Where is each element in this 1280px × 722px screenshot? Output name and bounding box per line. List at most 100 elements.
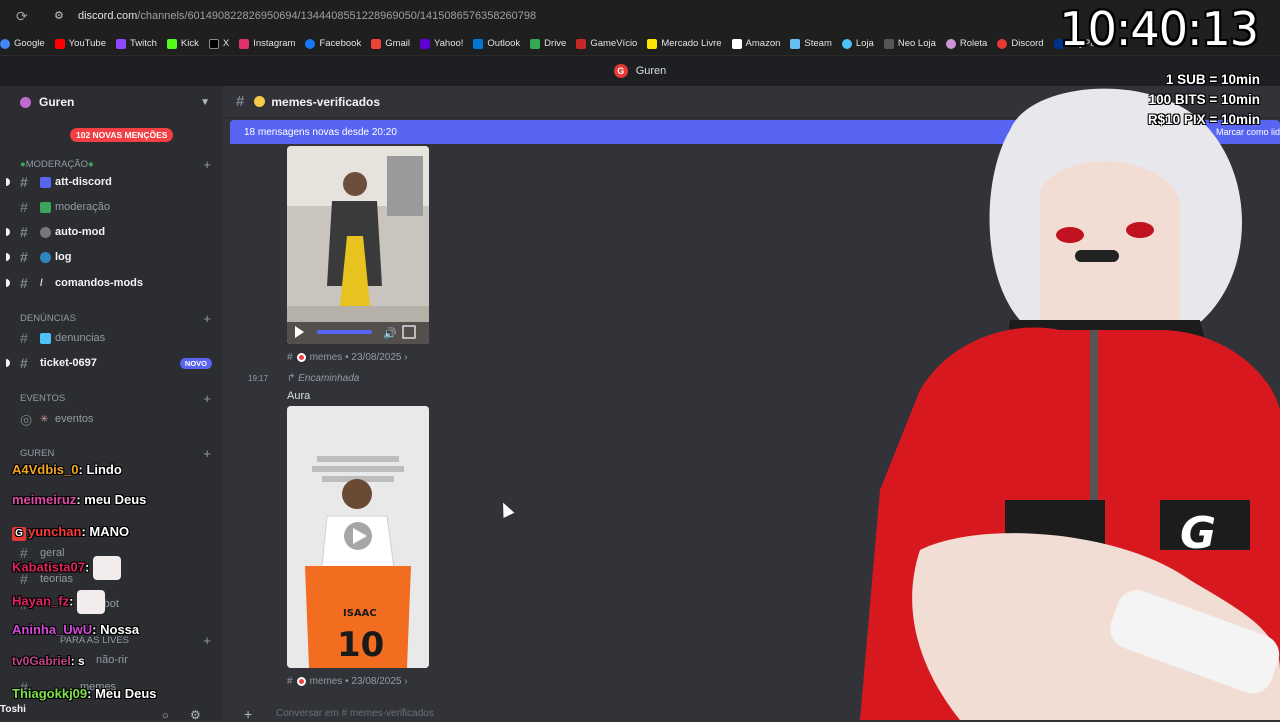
channel-auto-mod[interactable]: # auto-mod: [0, 221, 222, 243]
url-host: discord.com: [78, 10, 138, 22]
bookmark-discord[interactable]: Discord: [997, 38, 1044, 49]
bookmark-gamevicio[interactable]: GameVício: [576, 38, 637, 49]
category-moderacao[interactable]: ● MODERAÇÃO ● +: [20, 156, 215, 172]
bookmark-neoloja[interactable]: Neo Loja: [883, 38, 936, 49]
bookmark-gmail[interactable]: Gmail: [371, 38, 410, 49]
channel-comandos-mods[interactable]: # / comandos-mods: [0, 272, 222, 294]
message-meta[interactable]: # memes • 23/08/2025 ›: [287, 676, 408, 687]
bookmark-label: YouTube: [68, 38, 106, 49]
url-field[interactable]: discord.com/channels/601490822826950694/…: [78, 10, 536, 22]
current-user-name[interactable]: Toshi: [0, 704, 26, 715]
unread-indicator: [6, 178, 10, 186]
search-icon[interactable]: ○: [162, 710, 169, 722]
unread-indicator: [6, 279, 10, 287]
hash-icon: #: [20, 174, 28, 190]
category-denuncias[interactable]: DENÚNCIAS +: [20, 310, 215, 326]
bookmark-roleta[interactable]: Roleta: [945, 38, 988, 49]
video-attachment[interactable]: 🔊: [287, 146, 429, 344]
channel-denuncias[interactable]: # denuncias: [0, 327, 222, 349]
yahoo-icon: [420, 38, 431, 49]
x-icon: [208, 38, 219, 49]
steam-icon: [790, 38, 801, 49]
cat-emote-icon: [77, 590, 106, 614]
chat-message: Gyunchan: MANO: [12, 524, 129, 541]
chat-text: Nossa: [100, 622, 140, 637]
video-attachment[interactable]: ISAAC 10: [287, 406, 429, 668]
category-guren[interactable]: GUREN +: [20, 445, 215, 461]
add-channel-icon[interactable]: +: [203, 157, 211, 172]
svg-text:ISAAC: ISAAC: [343, 608, 377, 619]
bookmark-youtube[interactable]: YouTube: [54, 38, 106, 49]
bookmark-steam[interactable]: Steam: [790, 38, 832, 49]
hash-icon: #: [20, 275, 28, 291]
channel-log[interactable]: # log: [0, 246, 222, 268]
chat-message: Aninha_UwU: Nossa: [12, 622, 140, 637]
mentions-pill[interactable]: 102 NOVAS MENÇÕES: [70, 128, 174, 142]
add-channel-icon[interactable]: +: [203, 633, 211, 648]
bookmark-label: Facebook: [319, 38, 362, 49]
server-icon: [20, 96, 31, 108]
add-channel-icon[interactable]: +: [203, 311, 211, 326]
chat-user: yunchan: [28, 524, 82, 539]
hash-icon: #: [20, 330, 28, 346]
bookmark-instagram[interactable]: Instagram: [239, 38, 295, 49]
bookmark-label: Instagram: [253, 38, 296, 49]
bookmark-mercadolivre[interactable]: Mercado Livre: [647, 38, 722, 49]
neoloja-icon: [883, 38, 894, 49]
bookmark-label: Drive: [544, 38, 567, 49]
message-meta[interactable]: # memes • 23/08/2025 ›: [287, 352, 408, 363]
meta-date: 23/08/2025: [351, 676, 402, 687]
chat-message: A4Vdbis_0: Lindo: [12, 462, 122, 477]
discord-icon: [997, 38, 1008, 49]
channel-title: memes-verificados: [271, 94, 381, 109]
category-label: GUREN: [20, 447, 55, 459]
bookmark-facebook[interactable]: Facebook: [305, 38, 361, 49]
hash-icon: #: [20, 355, 28, 371]
bookmark-x[interactable]: X: [208, 38, 229, 49]
twitch-icon: [115, 38, 126, 49]
message-text: Aura: [287, 390, 311, 402]
channel-moderacao[interactable]: # moderação: [0, 196, 222, 218]
bookmark-amazon[interactable]: Amazon: [731, 38, 780, 49]
chat-user: tv0Gabriel: [12, 654, 71, 668]
chat-user: meimeiruz: [12, 492, 77, 507]
bookmark-outlook[interactable]: Outlook: [473, 38, 520, 49]
bookmark-label: Roleta: [959, 38, 988, 49]
chat-message: Hayan_fz:: [12, 590, 106, 614]
add-channel-icon[interactable]: +: [203, 446, 211, 461]
instagram-icon: [239, 38, 250, 49]
meta-date: 23/08/2025: [351, 352, 402, 363]
chevron-down-icon[interactable]: ▼: [200, 97, 210, 108]
guren-badge-icon: G: [12, 527, 26, 541]
bookmark-kick[interactable]: Kick: [166, 38, 199, 49]
category-eventos[interactable]: EVENTOS +: [20, 390, 215, 406]
bookmark-twitch[interactable]: Twitch: [115, 38, 157, 49]
channel-att-discord[interactable]: # att-discord: [0, 171, 222, 193]
meta-channel: memes: [309, 352, 343, 363]
bookmark-loja[interactable]: Loja: [841, 38, 874, 49]
bookmark-yahoo[interactable]: Yahoo!: [420, 38, 463, 49]
reload-icon[interactable]: ⟳: [16, 8, 32, 24]
hash-icon: #: [20, 224, 28, 240]
gamevicio-icon: [576, 38, 587, 49]
category-label: MODERAÇÃO: [25, 158, 89, 170]
roleta-icon: [945, 38, 956, 49]
server-header[interactable]: Guren ▼: [0, 86, 222, 118]
video-thumbnail: ISAAC 10: [287, 406, 429, 668]
promo-line: 100 BITS = 10min: [1148, 92, 1260, 107]
emoji-icon: [40, 332, 51, 344]
bookmark-google[interactable]: Google: [0, 38, 45, 49]
add-channel-icon[interactable]: +: [203, 391, 211, 406]
bookmark-label: Mercado Livre: [661, 38, 722, 49]
site-info-icon[interactable]: ⚙: [54, 9, 68, 23]
bookmark-drive[interactable]: Drive: [530, 38, 566, 49]
broadcast-icon: ◎: [20, 410, 33, 427]
bookmark-label: Google: [14, 38, 45, 49]
channel-label: comandos-mods: [55, 277, 144, 289]
channel-eventos[interactable]: ◎ ✳ eventos: [0, 408, 222, 430]
channel-ticket[interactable]: # ticket-0697 NOVO: [0, 352, 222, 374]
facebook-icon: [305, 38, 316, 49]
kick-icon: [166, 38, 177, 49]
video-thumbnail: 🔊: [287, 146, 429, 344]
chat-text: MANO: [89, 524, 130, 539]
